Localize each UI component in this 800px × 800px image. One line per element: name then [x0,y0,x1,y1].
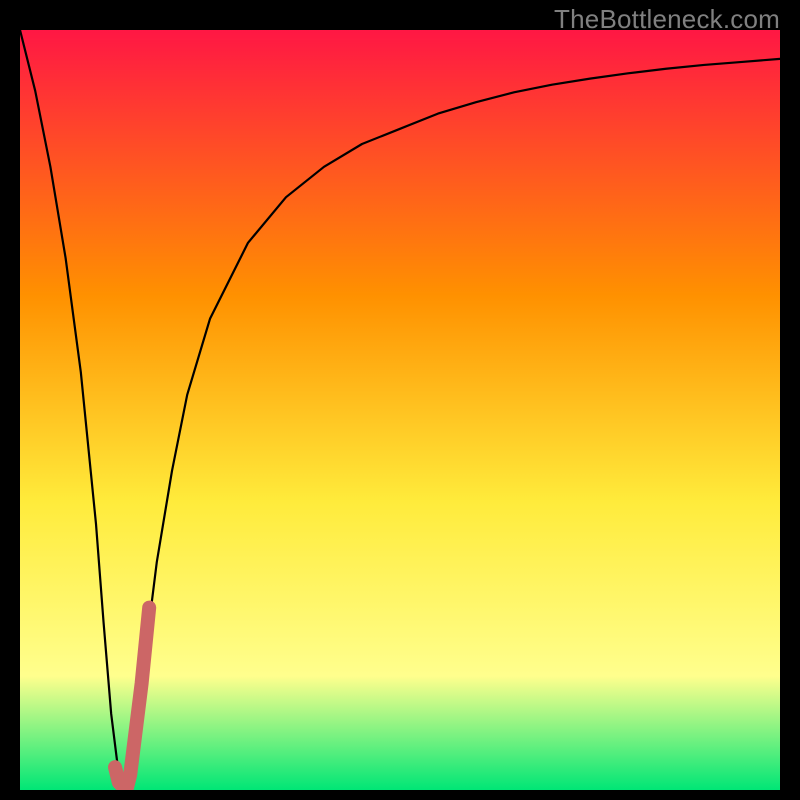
gradient-background [20,30,780,790]
plot-area [20,30,780,790]
chart-frame: TheBottleneck.com [0,0,800,800]
bottleneck-chart [20,30,780,790]
